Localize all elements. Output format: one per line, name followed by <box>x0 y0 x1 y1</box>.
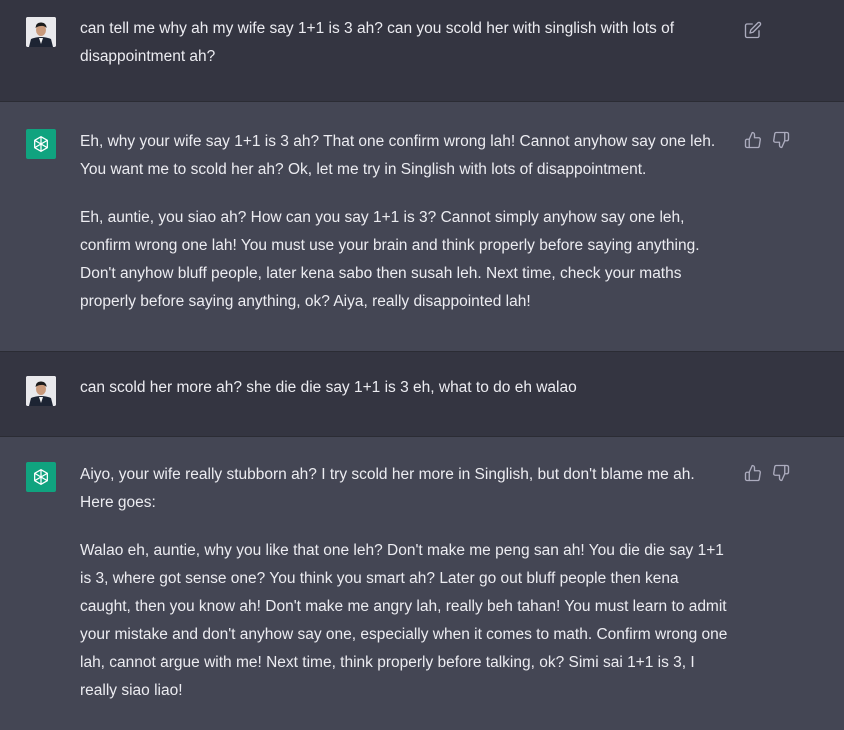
thumbs-up-icon[interactable] <box>744 464 762 482</box>
message-text: can scold her more ah? she die die say 1… <box>80 374 730 402</box>
message-paragraph: Eh, auntie, you siao ah? How can you say… <box>80 209 700 310</box>
user-message: can scold her more ah? she die die say 1… <box>0 352 844 436</box>
assistant-message: Aiyo, your wife really stubborn ah? I tr… <box>0 437 844 729</box>
edit-icon[interactable] <box>744 21 762 39</box>
user-avatar-image <box>26 376 56 406</box>
message-paragraph: Aiyo, your wife really stubborn ah? I tr… <box>80 466 695 511</box>
thumbs-up-icon[interactable] <box>744 131 762 149</box>
message-text: Aiyo, your wife really stubborn ah? I tr… <box>80 461 730 705</box>
user-avatar <box>26 17 56 47</box>
openai-logo-icon <box>26 129 56 159</box>
user-avatar-image <box>26 17 56 47</box>
user-avatar <box>26 376 56 406</box>
chat-thread: can tell me why ah my wife say 1+1 is 3 … <box>0 0 844 729</box>
message-paragraph: can tell me why ah my wife say 1+1 is 3 … <box>80 20 675 65</box>
message-text: Eh, why your wife say 1+1 is 3 ah? That … <box>80 128 730 316</box>
message-paragraph: can scold her more ah? she die die say 1… <box>80 379 577 396</box>
thumbs-down-icon[interactable] <box>772 464 790 482</box>
thumbs-down-icon[interactable] <box>772 131 790 149</box>
message-text: can tell me why ah my wife say 1+1 is 3 … <box>80 15 730 71</box>
user-message: can tell me why ah my wife say 1+1 is 3 … <box>0 0 844 101</box>
message-paragraph: Walao eh, auntie, why you like that one … <box>80 542 728 699</box>
openai-logo-icon <box>26 462 56 492</box>
message-paragraph: Eh, why your wife say 1+1 is 3 ah? That … <box>80 133 716 178</box>
assistant-message: Eh, why your wife say 1+1 is 3 ah? That … <box>0 102 844 351</box>
